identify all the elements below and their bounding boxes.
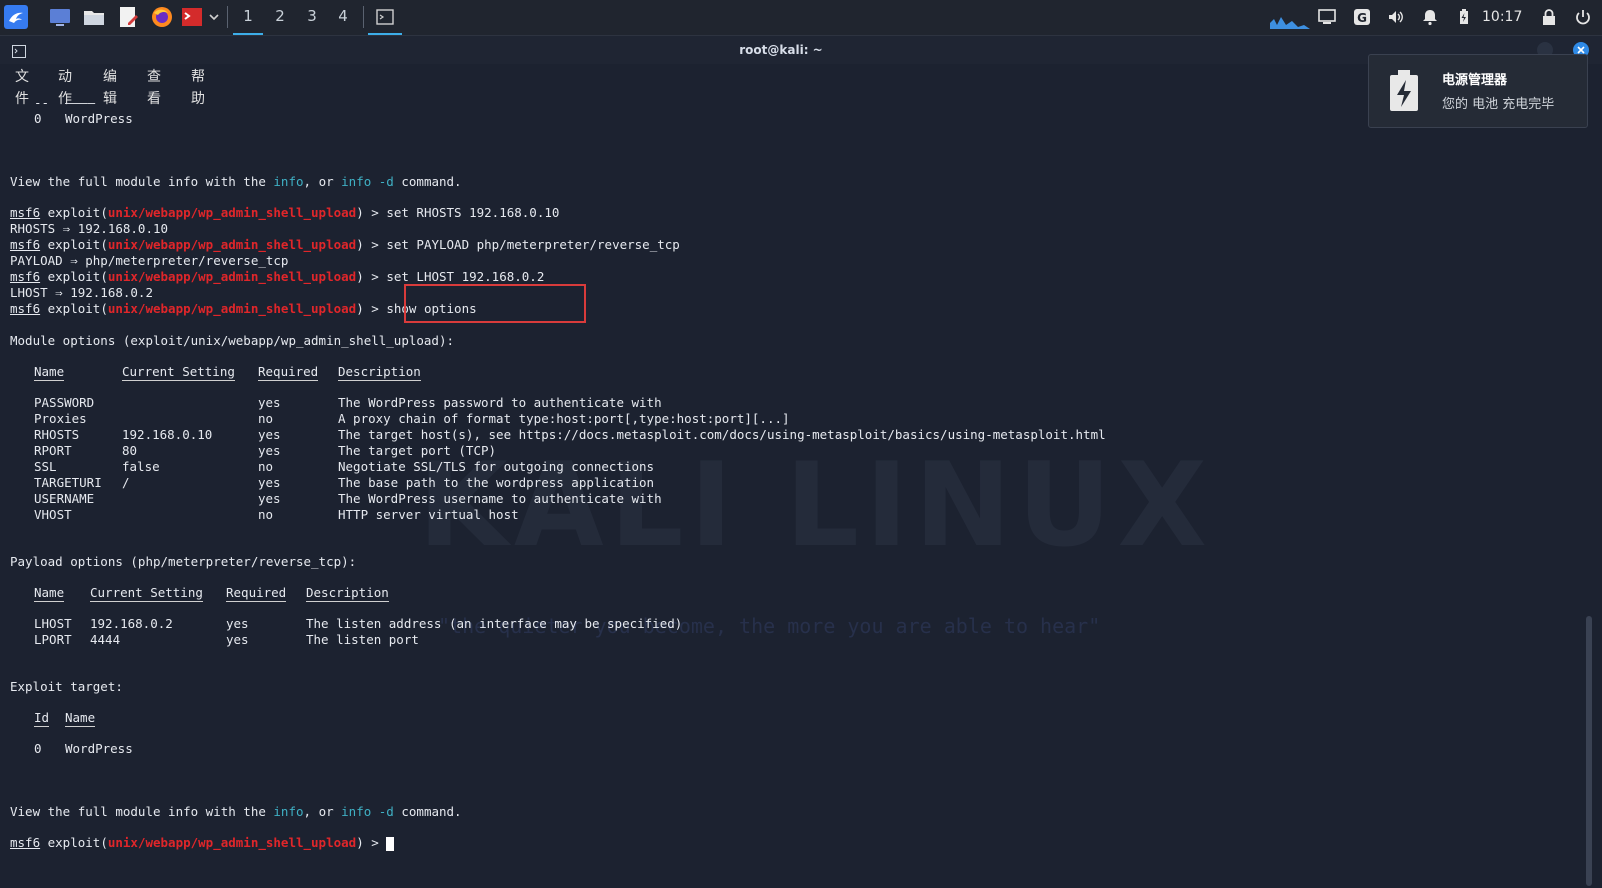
payload-options-header: Name Current Setting Required Descriptio…	[34, 585, 389, 602]
module-options-title: Module options (exploit/unix/webapp/wp_a…	[10, 333, 455, 348]
lock-icon[interactable]	[1540, 8, 1558, 26]
workspace-4[interactable]: 4	[328, 0, 358, 33]
bell-icon[interactable]	[1421, 8, 1439, 26]
menu-view[interactable]: 查看	[147, 66, 161, 110]
text-cursor	[386, 836, 395, 851]
separator	[227, 6, 228, 28]
notification-body: 您的 电池 充电完毕	[1442, 97, 1555, 112]
separator	[363, 6, 364, 28]
payload-options-title: Payload options (php/meterpreter/reverse…	[10, 554, 357, 569]
cpu-graph-icon	[1270, 5, 1310, 29]
command-output: PAYLOAD ⇒ php/meterpreter/reverse_tcp	[10, 253, 289, 268]
svg-text:G: G	[1357, 11, 1367, 25]
notification-title: 电源管理器	[1442, 73, 1508, 88]
text-editor-icon[interactable]	[116, 5, 140, 29]
volume-icon[interactable]	[1387, 8, 1405, 26]
battery-charging-icon	[1387, 69, 1421, 117]
g-app-icon[interactable]: G	[1353, 8, 1371, 26]
command-line: msf6 exploit(unix/webapp/wp_admin_shell_…	[10, 237, 680, 252]
kali-menu-icon[interactable]	[4, 5, 28, 29]
exploit-target-title: Exploit target:	[10, 679, 123, 694]
power-manager-notification[interactable]: 电源管理器 您的 电池 充电完毕	[1368, 54, 1588, 128]
terminal-icon	[376, 9, 394, 25]
workspace-2[interactable]: 2	[265, 0, 295, 33]
power-icon[interactable]	[1574, 8, 1592, 26]
active-prompt[interactable]: msf6 exploit(unix/webapp/wp_admin_shell_…	[10, 835, 395, 851]
file-manager-icon[interactable]	[82, 5, 106, 29]
terminal-window: root@kali: ~ 文件 动作 编辑 查看 帮助 KALI LINUX "…	[0, 36, 1602, 888]
workspace-3[interactable]: 3	[297, 0, 327, 33]
window-title: root@kali: ~	[739, 43, 823, 57]
desktop-icon[interactable]	[48, 5, 72, 29]
chevron-down-icon[interactable]	[206, 5, 222, 29]
menu-help[interactable]: 帮助	[191, 66, 205, 110]
exploit-target-header: Id Name	[34, 710, 96, 727]
command-output: LHOST ⇒ 192.168.0.2	[10, 285, 153, 300]
info-hint-line: View the full module info with the info,…	[10, 804, 462, 819]
scrollbar[interactable]	[1586, 616, 1592, 886]
clock[interactable]: 10:17	[1482, 0, 1522, 35]
taskbar-terminal-window[interactable]	[368, 0, 402, 35]
taskbar: 1 2 3 4 G 10:17	[0, 0, 1602, 36]
battery-icon[interactable]	[1455, 8, 1473, 26]
menu-file[interactable]: 文件	[15, 66, 29, 110]
highlight-box	[404, 284, 586, 323]
command-line: msf6 exploit(unix/webapp/wp_admin_shell_…	[10, 205, 560, 220]
menu-edit[interactable]: 编辑	[103, 66, 117, 110]
terminal-launcher-icon[interactable]	[180, 5, 204, 29]
display-icon[interactable]	[1318, 8, 1336, 26]
window-titlebar[interactable]: root@kali: ~	[0, 36, 1602, 64]
workspace-1[interactable]: 1	[233, 0, 263, 35]
info-hint-line: View the full module info with the info,…	[10, 174, 462, 189]
command-line: msf6 exploit(unix/webapp/wp_admin_shell_…	[10, 269, 545, 284]
command-output: RHOSTS ⇒ 192.168.0.10	[10, 221, 169, 236]
firefox-icon[interactable]	[150, 5, 174, 29]
module-options-header: Name Current Setting Required Descriptio…	[34, 364, 421, 381]
